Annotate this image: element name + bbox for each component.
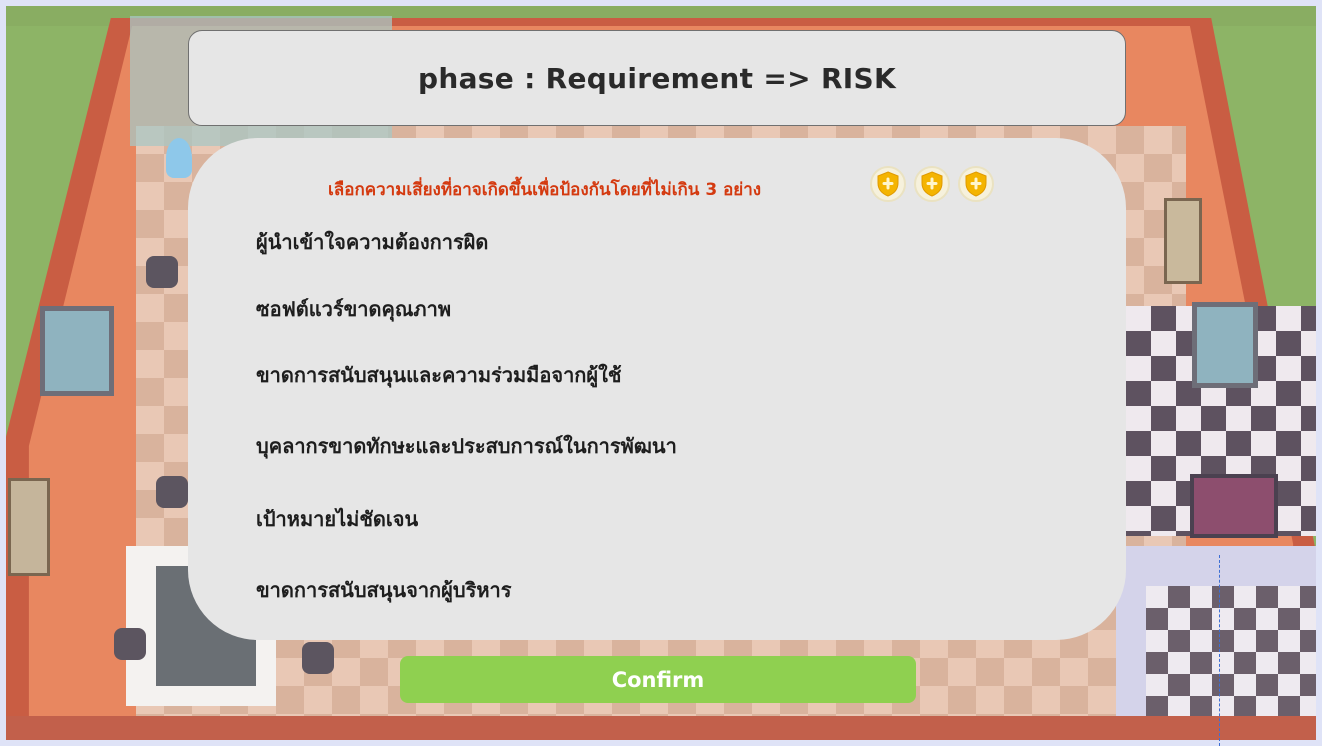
wall-bottom — [6, 716, 1316, 740]
office-chair — [114, 628, 146, 660]
instruction-text: เลือกความเสี่ยงที่อาจเกิดขึ้นเพื่อป้องกั… — [328, 180, 762, 200]
office-chair — [302, 642, 334, 674]
water-cooler — [166, 138, 192, 178]
guide-line — [1219, 555, 1220, 746]
office-chair — [156, 476, 188, 508]
shield-icon — [914, 166, 950, 202]
window-left — [40, 306, 114, 396]
risk-option[interactable]: ซอฟต์แวร์ขาดคุณภาพ — [256, 293, 451, 325]
notice-board-right — [1164, 198, 1202, 284]
risk-option[interactable]: ขาดการสนับสนุนจากผู้บริหาร — [256, 574, 511, 606]
risk-selection-panel: เลือกความเสี่ยงที่อาจเกิดขึ้นเพื่อป้องกั… — [188, 138, 1126, 640]
shield-icon — [870, 166, 906, 202]
risk-option[interactable]: เป้าหมายไม่ชัดเจน — [256, 503, 418, 535]
filing-cabinet — [1190, 474, 1278, 538]
adjacent-room-floor — [1146, 586, 1316, 716]
confirm-button[interactable]: Confirm — [400, 656, 916, 703]
shield-counter — [870, 166, 994, 202]
risk-option[interactable]: ขาดการสนับสนุนและความร่วมมือจากผู้ใช้ — [256, 359, 621, 391]
phase-title: phase : Requirement => RISK — [418, 61, 896, 95]
window-right — [1192, 302, 1258, 388]
risk-option[interactable]: ผู้นำเข้าใจความต้องการผิด — [256, 226, 488, 258]
shield-icon — [958, 166, 994, 202]
office-chair — [146, 256, 178, 288]
phase-header: phase : Requirement => RISK — [188, 30, 1126, 126]
risk-option[interactable]: บุคลากรขาดทักษะและประสบการณ์ในการพัฒนา — [256, 430, 677, 462]
adjacent-room — [1116, 546, 1316, 716]
notice-board-left — [8, 478, 50, 576]
